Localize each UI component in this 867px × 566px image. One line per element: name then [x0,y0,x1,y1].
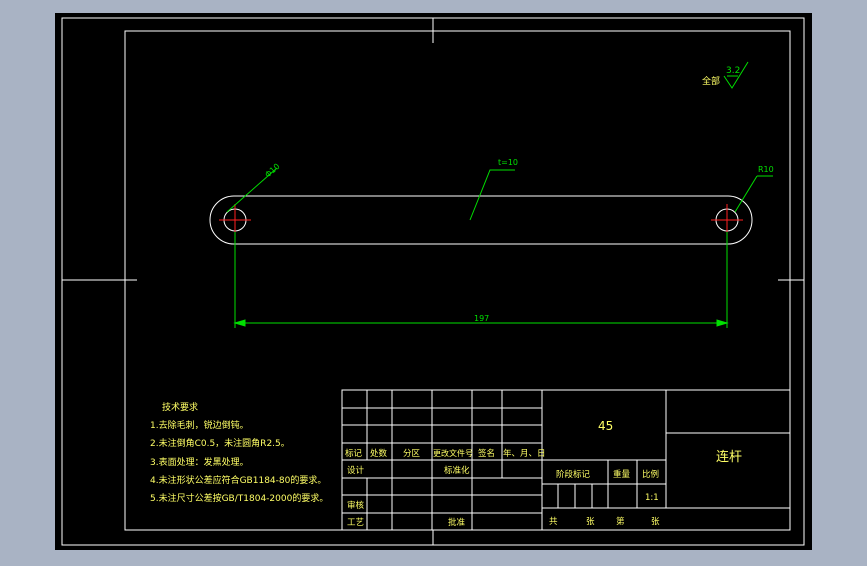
tech-req-item: 2.未注倒角C0.5，未注圆角R2.5。 [150,437,290,449]
radius-dim: R10 [758,165,774,174]
tech-req-item: 1.去除毛刺，锐边倒钝。 [150,419,249,431]
page-label: 第 [616,516,625,527]
tech-req-item: 3.表面处理：发黑处理。 [150,456,249,468]
standardize-label: 标准化 [444,465,470,476]
roughness-value: 3.2 [726,66,740,76]
model-space [55,13,812,550]
header-mark: 标记 [345,448,363,459]
cad-viewport[interactable]: 全部 3.2 Φ10 t=10 R10 197 技术要求 1.去除毛刺，锐边倒钝… [0,0,867,562]
review-label: 审核 [347,500,365,511]
length-dim: 197 [474,314,489,323]
header-change-doc: 更改文件号 [433,448,473,458]
sheet-label: 张 [651,517,660,527]
sheets-label: 张 [586,517,595,527]
drawing-canvas: 全部 3.2 Φ10 t=10 R10 197 技术要求 1.去除毛刺，锐边倒钝… [55,13,812,550]
tech-req-title: 技术要求 [162,401,198,413]
header-count: 处数 [370,448,388,459]
scale-value: 1:1 [645,493,659,503]
total-label: 共 [549,517,558,527]
weight-label: 重量 [613,469,631,480]
header-zone: 分区 [403,449,421,459]
design-label: 设计 [347,465,365,476]
ratio-label: 比例 [642,469,659,480]
header-date: 年、月、日 [503,448,546,459]
roughness-label: 全部 [702,75,720,87]
header-signature: 签名 [478,448,495,459]
stage-mark-label: 阶段标记 [556,469,591,480]
tech-req-item: 5.未注尺寸公差按GB/T1804-2000的要求。 [150,492,328,504]
material-value: 45 [598,419,613,433]
approve-label: 批准 [448,517,466,528]
part-name: 连杆 [716,449,742,465]
process-label: 工艺 [347,518,364,528]
tech-req-item: 4.未注形状公差应符合GB1184-80的要求。 [150,474,326,486]
thickness-dim: t=10 [498,158,518,167]
